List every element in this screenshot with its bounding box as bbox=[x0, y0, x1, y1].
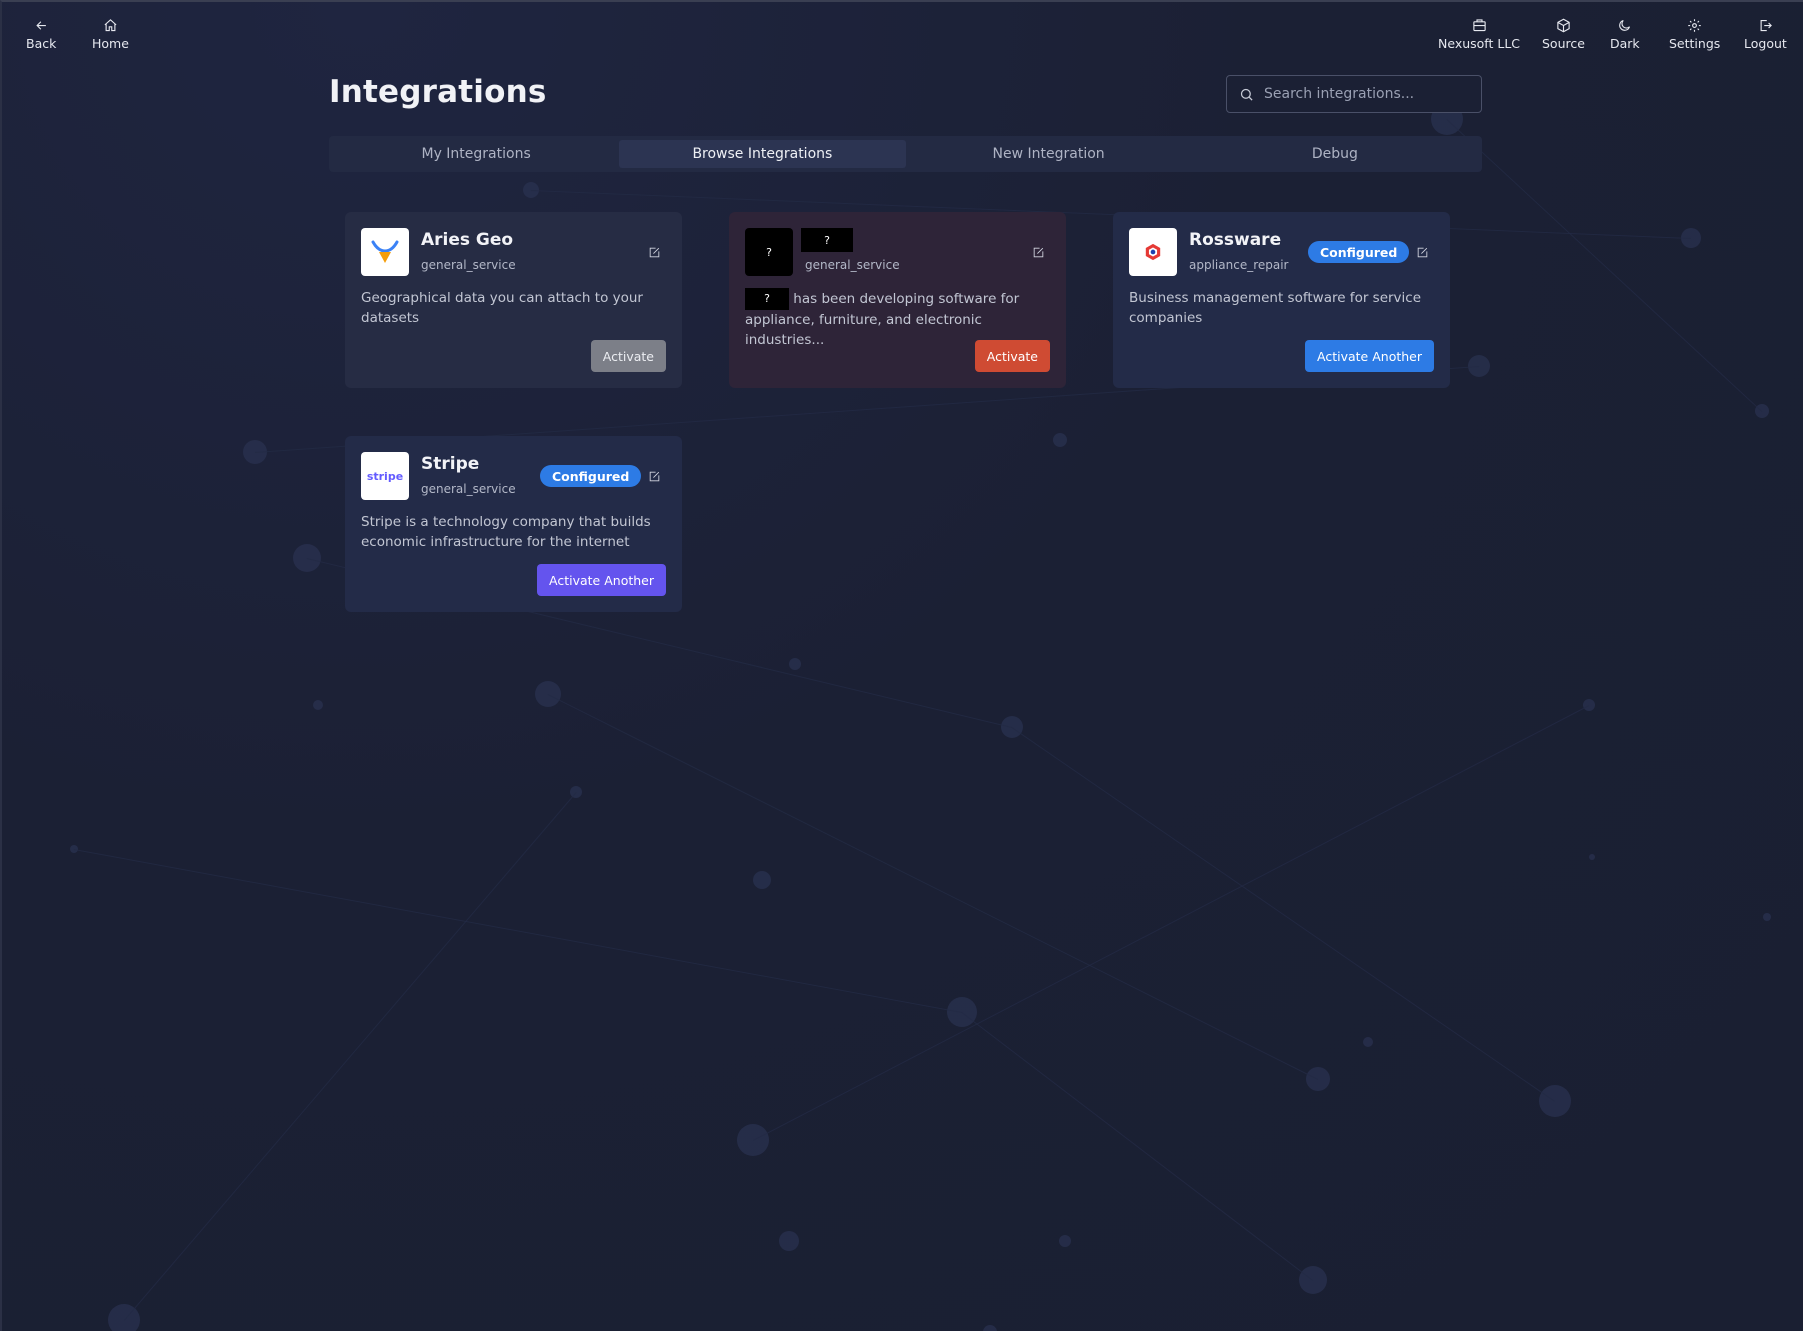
card-description: Stripe is a technology company that buil… bbox=[361, 514, 651, 550]
integration-card-redacted: ? ? general_service ? has been developin… bbox=[729, 212, 1066, 388]
configured-badge: Configured bbox=[540, 465, 642, 487]
search-input[interactable] bbox=[1264, 86, 1464, 102]
stripe-logo: stripe bbox=[361, 452, 409, 500]
app-window: Back Home Nexusoft LLC Source Dark Setti… bbox=[0, 0, 1803, 1331]
background-dot bbox=[753, 871, 771, 889]
edit-icon[interactable] bbox=[1416, 244, 1430, 258]
tab-bar: My Integrations Browse Integrations New … bbox=[329, 136, 1482, 172]
logout-button[interactable]: Logout bbox=[1744, 18, 1787, 51]
integration-card-aries-geo: Aries Geo general_service Geographical d… bbox=[345, 212, 682, 388]
rossware-logo-icon bbox=[1129, 228, 1177, 276]
moon-icon bbox=[1619, 19, 1631, 31]
configured-badge: Configured bbox=[1308, 241, 1410, 263]
tab-new-integration[interactable]: New Integration bbox=[906, 140, 1192, 168]
card-title: Stripe bbox=[421, 454, 480, 474]
back-label: Back bbox=[26, 36, 57, 51]
background-dot bbox=[1053, 433, 1067, 447]
card-title: Aries Geo bbox=[421, 230, 514, 250]
background-line bbox=[547, 694, 1318, 1080]
redacted-title: ? bbox=[801, 228, 853, 252]
home-icon bbox=[104, 19, 117, 32]
redacted-name: ? bbox=[745, 288, 789, 310]
background-line bbox=[530, 190, 1691, 239]
background-dot bbox=[1306, 1067, 1330, 1091]
background-line bbox=[753, 705, 1590, 1141]
background-dot bbox=[1589, 854, 1595, 860]
activate-another-button[interactable]: Activate Another bbox=[1305, 340, 1434, 372]
org-label: Nexusoft LLC bbox=[1438, 36, 1521, 51]
background-dot bbox=[1539, 1085, 1571, 1117]
integration-card-rossware: Rossware appliance_repair Configured Bus… bbox=[1113, 212, 1450, 388]
building-icon bbox=[1472, 19, 1486, 32]
background-line bbox=[1446, 119, 1762, 412]
top-nav: Back Home Nexusoft LLC Source Dark Setti… bbox=[2, 2, 1803, 64]
background-dot bbox=[1763, 913, 1771, 921]
theme-toggle-button[interactable]: Dark bbox=[1610, 18, 1640, 51]
home-label: Home bbox=[92, 36, 129, 51]
background-dot bbox=[983, 1325, 997, 1331]
edit-icon[interactable] bbox=[648, 468, 662, 482]
background-line bbox=[1011, 727, 1555, 1102]
redacted-logo: ? bbox=[745, 228, 793, 276]
activate-button[interactable]: Activate bbox=[590, 340, 666, 372]
tab-debug[interactable]: Debug bbox=[1192, 140, 1478, 168]
source-button[interactable]: Source bbox=[1542, 18, 1585, 51]
search-box[interactable] bbox=[1226, 75, 1482, 113]
org-button[interactable]: Nexusoft LLC bbox=[1438, 18, 1520, 51]
card-title: Rossware bbox=[1189, 230, 1282, 250]
back-button[interactable]: Back bbox=[26, 18, 56, 51]
background-line bbox=[73, 849, 962, 1013]
background-dot bbox=[313, 700, 323, 710]
cube-icon bbox=[1557, 18, 1570, 33]
integration-card-stripe: stripe Stripe general_service Configured… bbox=[345, 436, 682, 612]
background-dot bbox=[779, 1231, 799, 1251]
page-title: Integrations bbox=[329, 74, 547, 110]
settings-button[interactable]: Settings bbox=[1669, 18, 1720, 51]
edit-icon[interactable] bbox=[648, 244, 662, 258]
settings-label: Settings bbox=[1669, 36, 1721, 51]
card-description: Geographical data you can attach to your… bbox=[361, 290, 643, 326]
background-dot bbox=[1363, 1037, 1373, 1047]
arrow-left-icon bbox=[36, 21, 46, 30]
logout-icon bbox=[1760, 19, 1772, 32]
activate-another-button[interactable]: Activate Another bbox=[537, 564, 666, 596]
tab-browse-integrations[interactable]: Browse Integrations bbox=[619, 140, 906, 168]
aries-geo-logo-icon bbox=[361, 228, 409, 276]
card-subtitle: general_service bbox=[421, 258, 516, 272]
background-line bbox=[961, 1012, 1313, 1281]
theme-label: Dark bbox=[1610, 36, 1640, 51]
background-dot bbox=[789, 658, 801, 670]
background-dot bbox=[1299, 1266, 1327, 1294]
card-subtitle: general_service bbox=[805, 258, 900, 272]
card-subtitle: general_service bbox=[421, 482, 516, 496]
tab-my-integrations[interactable]: My Integrations bbox=[333, 140, 619, 168]
edit-icon[interactable] bbox=[1032, 244, 1046, 258]
logout-label: Logout bbox=[1744, 36, 1787, 51]
home-button[interactable]: Home bbox=[92, 18, 129, 51]
background-dot bbox=[1059, 1235, 1071, 1247]
card-description: Business management software for service… bbox=[1129, 290, 1422, 326]
stripe-logo-text: stripe bbox=[366, 469, 404, 483]
source-label: Source bbox=[1542, 36, 1585, 51]
card-subtitle: appliance_repair bbox=[1189, 258, 1289, 272]
search-icon bbox=[1240, 88, 1253, 101]
gear-icon bbox=[1688, 19, 1701, 32]
activate-button[interactable]: Activate bbox=[974, 340, 1050, 372]
